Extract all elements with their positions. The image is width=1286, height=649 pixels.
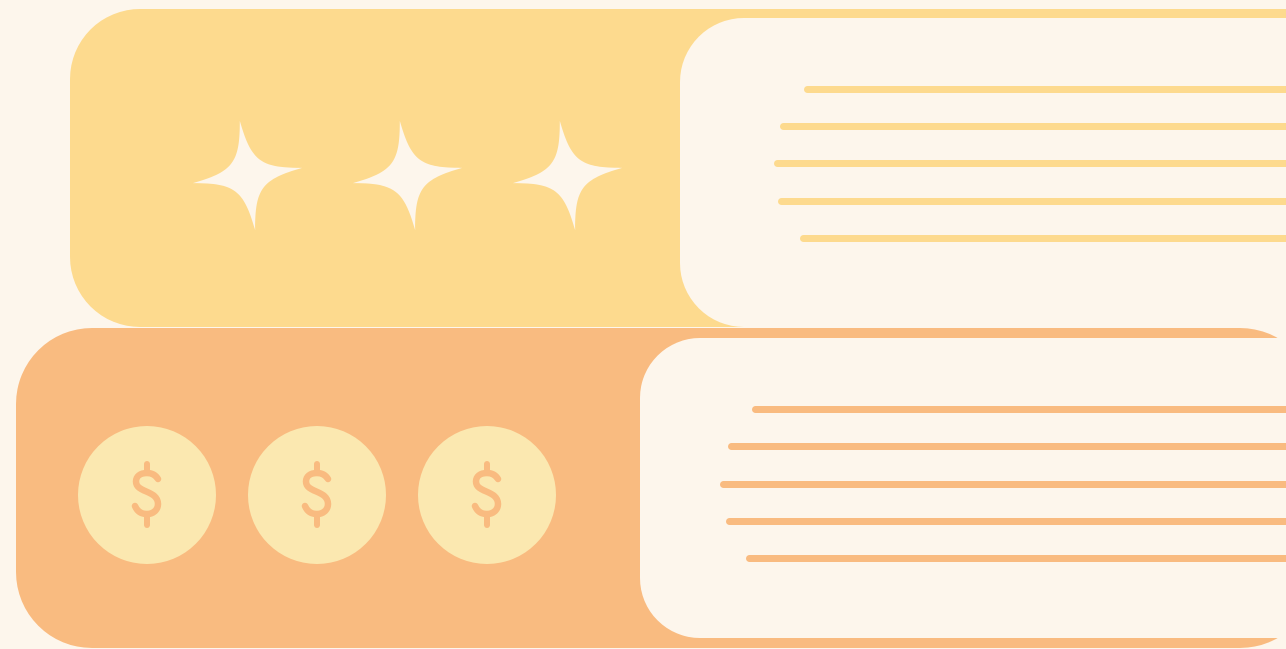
bottom-line-5 (746, 555, 1286, 562)
illustration (0, 0, 1286, 649)
top-text-panel (680, 18, 1286, 327)
dollar-coin-icon (78, 426, 216, 564)
dollar-sign-icon (471, 461, 502, 528)
star-group (190, 118, 625, 233)
dollar-sign-icon (131, 461, 162, 528)
top-line-1 (804, 86, 1286, 93)
bottom-line-3 (720, 481, 1286, 488)
coin-group (78, 426, 556, 564)
top-line-2 (780, 123, 1286, 130)
bottom-line-4 (726, 518, 1286, 525)
sparkle-star-icon (192, 120, 303, 231)
top-line-3 (774, 160, 1286, 167)
bottom-line-2 (728, 443, 1286, 450)
top-line-5 (800, 235, 1286, 242)
bottom-line-list (640, 338, 1286, 638)
top-line-4 (778, 198, 1286, 205)
dollar-sign-icon (301, 461, 332, 528)
dollar-coin-icon (418, 426, 556, 564)
bottom-text-panel (640, 338, 1286, 638)
sparkle-star-icon (352, 120, 463, 231)
top-line-list (680, 18, 1286, 327)
bottom-line-1 (752, 406, 1286, 413)
dollar-coin-icon (248, 426, 386, 564)
sparkle-star-icon (512, 120, 623, 231)
